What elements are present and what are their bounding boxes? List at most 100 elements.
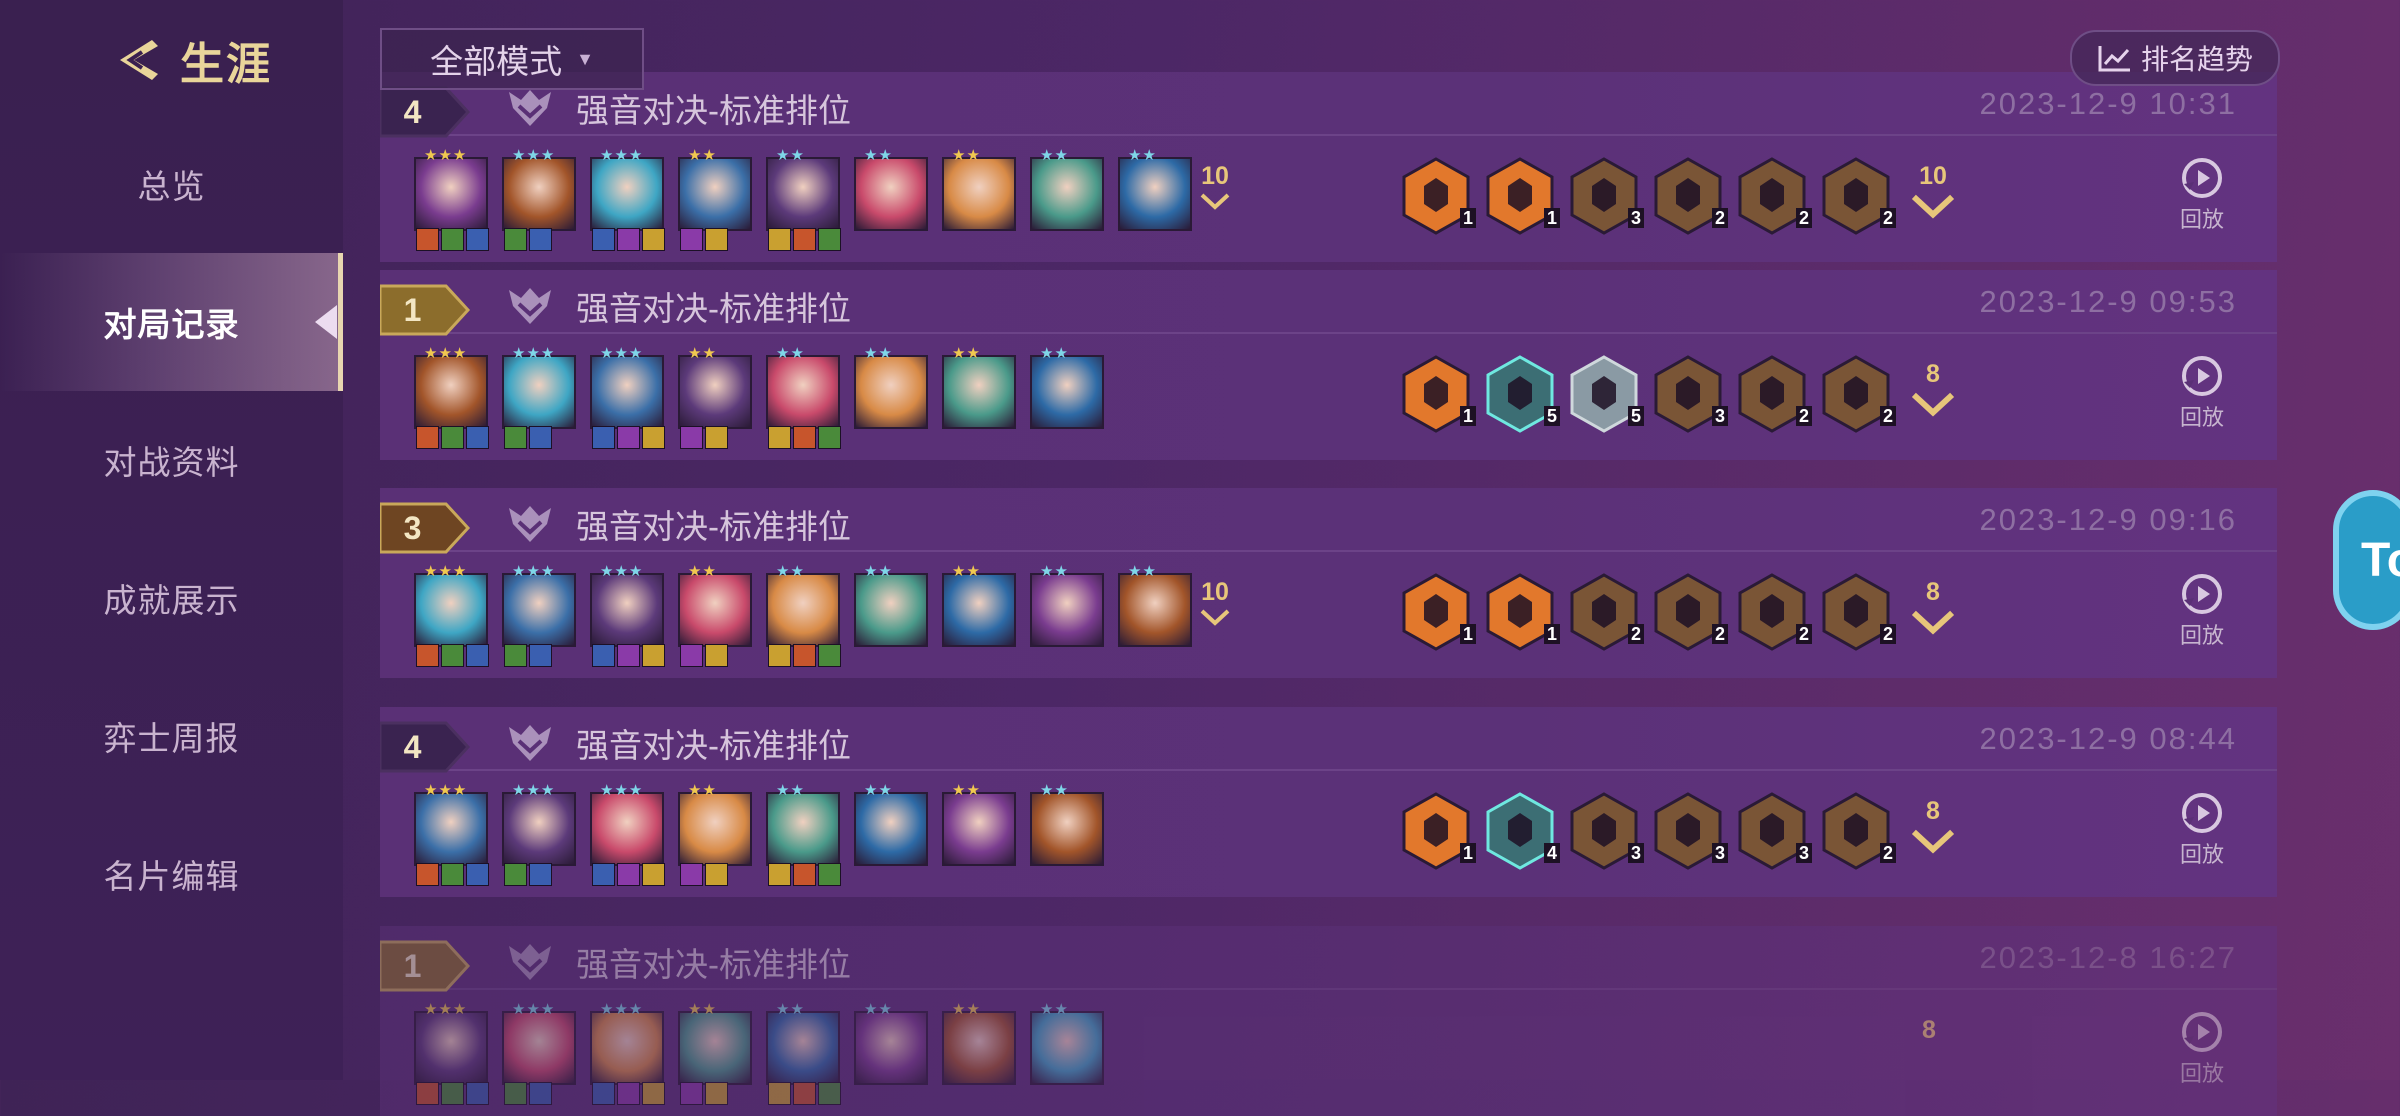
trait-hex-icon[interactable]: 2 (1820, 354, 1896, 434)
trait-hex-icon[interactable]: 3 (1568, 156, 1644, 236)
match-card[interactable]: 1 强音对决-标准排位 2023-12-9 09:53 ★★★ ★★★ ★★★ ★★ ★★ ★★… (380, 270, 2277, 460)
champion-portrait[interactable]: ★★ (942, 147, 1016, 231)
champion-portrait[interactable]: ★★ (942, 563, 1016, 647)
champion-portrait[interactable]: ★★★ (502, 345, 576, 449)
champion-portrait[interactable]: ★★★ (502, 147, 576, 251)
trait-hex-icon[interactable]: 3 (1652, 791, 1728, 871)
sidebar-item-match-history[interactable]: 对局记录 (0, 253, 343, 391)
champion-portrait[interactable]: ★★ (1030, 1001, 1104, 1085)
match-card[interactable]: 4 强音对决-标准排位 2023-12-9 08:44 ★★★ ★★★ ★★★ ★★ ★★ ★★… (380, 707, 2277, 897)
trait-hex-icon[interactable]: 2 (1736, 156, 1812, 236)
champion-portrait[interactable]: ★★ (942, 345, 1016, 429)
champion-portrait[interactable]: ★★ (678, 147, 752, 251)
trait-count: 2 (1795, 208, 1812, 228)
star-icon: ★★ (776, 782, 805, 799)
trait-hex-icon[interactable]: 4 (1484, 791, 1560, 871)
trait-hex-icon[interactable]: 5 (1484, 354, 1560, 434)
floating-side-tab[interactable]: To (2333, 490, 2400, 630)
champion-portrait[interactable]: ★★★ (502, 563, 576, 667)
sidebar-item-achievements[interactable]: 成就展示 (0, 529, 343, 667)
champion-portrait[interactable]: ★★ (854, 1001, 928, 1085)
active-indicator (315, 305, 337, 339)
trait-hex-icon[interactable]: 2 (1652, 572, 1728, 652)
champion-portrait[interactable]: ★★ (678, 345, 752, 449)
champion-portrait[interactable]: ★★ (766, 782, 841, 886)
star-icon: ★★ (688, 1001, 717, 1018)
champion-portrait[interactable]: ★★ (766, 563, 841, 667)
player-level: 10 (1190, 162, 1240, 213)
trait-hex-icon[interactable]: 1 (1400, 572, 1476, 652)
champion-portrait[interactable]: ★★★ (590, 345, 665, 449)
replay-button[interactable]: 回放 (2167, 789, 2237, 869)
mode-filter-select[interactable]: 全部模式 ▼ (380, 28, 644, 90)
champion-portrait[interactable]: ★★ (766, 147, 841, 251)
champion-portrait[interactable]: ★★★ (414, 782, 489, 886)
match-card[interactable]: 4 强音对决-标准排位 2023-12-9 10:31 ★★★ ★★★ ★★★ ★★ ★★ ★★… (380, 72, 2277, 262)
trait-hex-icon[interactable]: 2 (1736, 572, 1812, 652)
replay-button[interactable]: 回放 (2167, 154, 2237, 234)
replay-button[interactable]: 回放 (2167, 570, 2237, 650)
trait-hex-icon[interactable]: 1 (1484, 156, 1560, 236)
trait-hex-icon[interactable]: 1 (1400, 156, 1476, 236)
sidebar-item-weekly-report[interactable]: 弈士周报 (0, 667, 343, 805)
champion-portrait[interactable]: ★★ (854, 782, 928, 866)
trait-hex-icon[interactable]: 2 (1652, 156, 1728, 236)
champion-portrait[interactable]: ★★ (766, 345, 841, 449)
trait-hex-icon[interactable]: 2 (1820, 791, 1896, 871)
champion-portrait[interactable]: ★★ (1030, 782, 1104, 866)
champion-portrait[interactable]: ★★★ (590, 563, 665, 667)
champion-portrait[interactable]: ★★ (942, 1001, 1016, 1085)
replay-button[interactable]: 回放 (2167, 1008, 2237, 1088)
champion-portrait[interactable]: ★★ (1118, 147, 1192, 231)
champion-portrait[interactable]: ★★ (1030, 563, 1104, 647)
champion-portrait[interactable]: ★★ (678, 1001, 752, 1105)
champion-portrait[interactable]: ★★ (678, 782, 752, 886)
item-icon (529, 228, 552, 251)
champion-portrait[interactable]: ★★ (1118, 563, 1192, 647)
item-slots (592, 426, 665, 449)
chevron-down-icon (1911, 392, 1955, 417)
match-card[interactable]: 3 强音对决-标准排位 2023-12-9 09:16 ★★★ ★★★ ★★★ ★★ ★★ ★★… (380, 488, 2277, 678)
trait-hex-icon[interactable]: 3 (1652, 354, 1728, 434)
replay-button[interactable]: 回放 (2167, 352, 2237, 432)
match-card[interactable]: 1 强音对决-标准排位 2023-12-8 16:27 ★★★ ★★★ ★★★ ★★ ★★ ★★… (380, 926, 2277, 1116)
champion-portrait[interactable]: ★★ (766, 1001, 841, 1105)
trait-hex-icon[interactable]: 5 (1568, 354, 1644, 434)
item-slots (592, 1082, 665, 1105)
star-icon: ★★ (864, 147, 893, 164)
rank-trend-button[interactable]: 排名趋势 (2070, 30, 2280, 86)
champion-portrait[interactable]: ★★ (678, 563, 752, 667)
champion-portrait[interactable]: ★★★ (414, 1001, 489, 1105)
champion-portrait[interactable]: ★★★ (414, 147, 489, 251)
champion-portrait[interactable]: ★★★ (414, 563, 489, 667)
champion-portrait[interactable]: ★★ (854, 563, 928, 647)
trait-hex-icon[interactable]: 2 (1820, 572, 1896, 652)
champion-portrait[interactable]: ★★ (854, 345, 928, 429)
champion-portrait[interactable]: ★★★ (590, 147, 665, 251)
back-button[interactable]: 生涯 (108, 28, 272, 92)
trait-hex-icon[interactable]: 1 (1484, 572, 1560, 652)
trait-hex-icon[interactable]: 3 (1736, 791, 1812, 871)
champion-portrait[interactable]: ★★★ (502, 1001, 576, 1105)
trait-hex-icon[interactable]: 3 (1568, 791, 1644, 871)
champion-portrait[interactable]: ★★ (854, 147, 928, 231)
sidebar-item-card-edit[interactable]: 名片编辑 (0, 805, 343, 943)
champion-portrait[interactable]: ★★ (942, 782, 1016, 866)
sidebar-item-battle-data[interactable]: 对战资料 (0, 391, 343, 529)
champion-portrait[interactable]: ★★ (1030, 345, 1104, 429)
champion-portrait[interactable]: ★★★ (590, 1001, 665, 1105)
champion-portrait[interactable]: ★★ (1030, 147, 1104, 231)
trait-hex-icon[interactable]: 2 (1736, 354, 1812, 434)
champion-portrait[interactable]: ★★★ (414, 345, 489, 449)
champion-portrait[interactable]: ★★★ (502, 782, 576, 886)
champion-portrait[interactable]: ★★★ (590, 782, 665, 886)
trait-list: 1 4 3 3 3 2 (1400, 791, 1896, 871)
trait-hex-icon[interactable]: 2 (1820, 156, 1896, 236)
sidebar-item-overview[interactable]: 总览 (0, 115, 343, 253)
item-icon (441, 1082, 464, 1105)
trait-hex-icon[interactable]: 1 (1400, 354, 1476, 434)
match-date: 2023-12-9 09:16 (1979, 502, 2237, 537)
trait-hex-icon[interactable]: 2 (1568, 572, 1644, 652)
trait-level: 8 (1904, 1016, 1954, 1045)
trait-hex-icon[interactable]: 1 (1400, 791, 1476, 871)
